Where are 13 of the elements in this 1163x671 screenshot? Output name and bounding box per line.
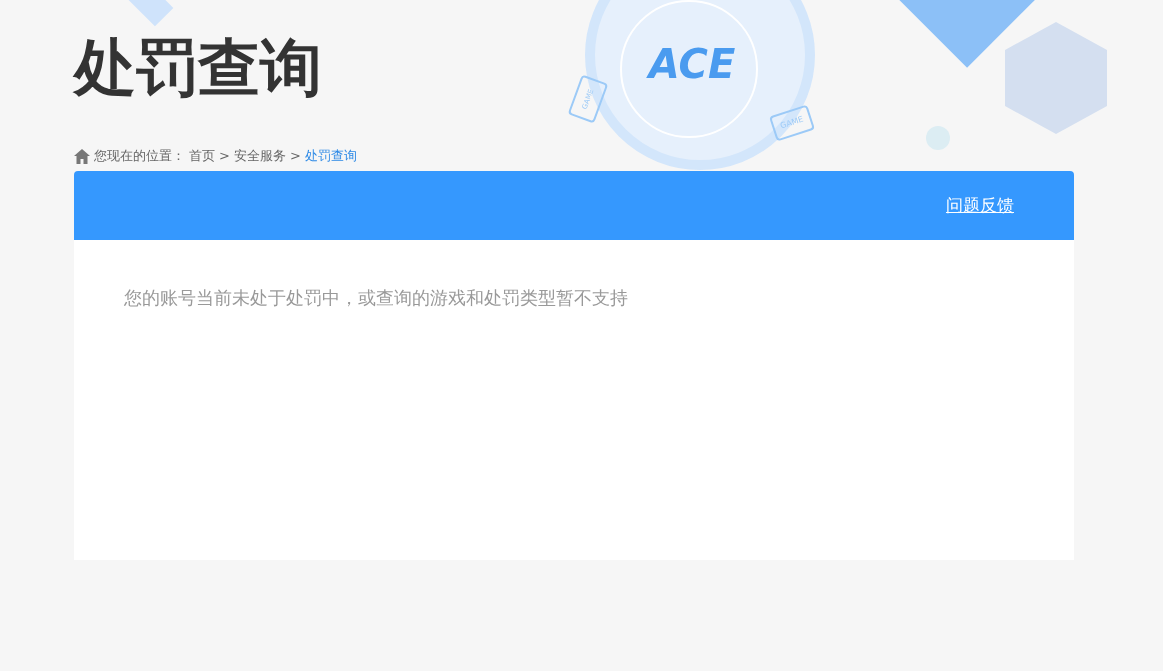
- logo: ACE: [645, 40, 737, 88]
- breadcrumb-link[interactable]: 安全服务: [233, 147, 286, 165]
- home-icon: [74, 148, 90, 164]
- breadcrumb-link[interactable]: 首页: [189, 147, 215, 165]
- breadcrumb-prefix: 您现在的位置：: [94, 147, 185, 165]
- breadcrumb-separator: >: [289, 147, 301, 165]
- status-message: 您的账号当前未处于处罚中，或查询的游戏和处罚类型暂不支持: [124, 286, 629, 310]
- device-label: GAME: [778, 113, 806, 133]
- orb-icon: [926, 126, 950, 150]
- breadcrumb-separator: >: [219, 147, 230, 165]
- feedback-link[interactable]: 问题反馈: [946, 192, 1014, 219]
- page-title: 处罚查询: [74, 30, 322, 106]
- breadcrumb-link[interactable]: 处罚查询: [304, 147, 357, 165]
